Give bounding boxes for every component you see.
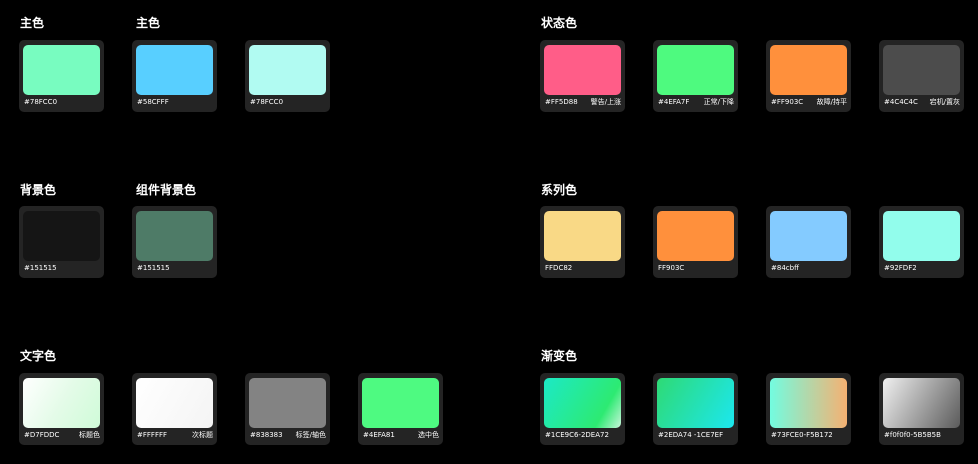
color-swatch-card[interactable]: FF903C (653, 206, 738, 278)
color-swatch (544, 378, 621, 428)
color-usage-label: 标题色 (79, 431, 100, 439)
color-swatch (883, 211, 960, 261)
color-usage-label: 正常/下降 (703, 98, 734, 106)
color-swatch (249, 45, 326, 95)
color-usage-label: 故障/持平 (816, 98, 847, 106)
color-code: #151515 (137, 264, 170, 272)
color-swatch (770, 45, 847, 95)
color-usage-label: 选中色 (418, 431, 439, 439)
color-swatch (770, 211, 847, 261)
color-swatch (544, 211, 621, 261)
color-code: #58CFFF (137, 98, 169, 106)
color-swatch (362, 378, 439, 428)
color-code: #4EFA7F (658, 98, 690, 106)
color-swatch-card[interactable]: #58CFFF (132, 40, 217, 112)
color-swatch (544, 45, 621, 95)
color-swatch (136, 211, 213, 261)
color-code: #FF5D88 (545, 98, 578, 106)
color-swatch-card[interactable]: #1CE9C6-2DEA72 (540, 373, 625, 445)
color-swatch (657, 45, 734, 95)
color-swatch (657, 211, 734, 261)
color-swatch-card[interactable]: #2EDA74 -1CE7EF (653, 373, 738, 445)
color-swatch-card[interactable]: #FFFFFF 次标题 (132, 373, 217, 445)
color-code: #838383 (250, 431, 283, 439)
color-swatch-card[interactable]: #92FDF2 (879, 206, 964, 278)
color-code: #73FCE0-F5B172 (771, 431, 833, 439)
color-usage-label: 次标题 (192, 431, 213, 439)
color-code: #4C4C4C (884, 98, 918, 106)
color-code: #FFFFFF (137, 431, 168, 439)
color-code: FF903C (658, 264, 685, 272)
color-code: #1CE9C6-2DEA72 (545, 431, 609, 439)
color-swatch (23, 45, 100, 95)
section-title-status: 状态色 (541, 16, 578, 30)
color-code: FFDC82 (545, 264, 573, 272)
section-title-series: 系列色 (541, 183, 578, 197)
color-swatch-card[interactable]: #FF903C 故障/持平 (766, 40, 851, 112)
color-code: #151515 (24, 264, 57, 272)
color-swatch-card[interactable]: #4EFA7F 正常/下降 (653, 40, 738, 112)
section-title-text: 文字色 (20, 349, 57, 363)
color-swatch-card[interactable]: #838383 标签/轴色 (245, 373, 330, 445)
color-swatch (770, 378, 847, 428)
color-swatch (23, 378, 100, 428)
section-title-component-background: 组件背景色 (136, 183, 197, 197)
color-code: #92FDF2 (884, 264, 917, 272)
section-title-primary: 主色 (136, 16, 161, 30)
color-swatch-card[interactable]: #f0f0f0-5B5B5B (879, 373, 964, 445)
section-title-background: 背景色 (20, 183, 57, 197)
color-code: #2EDA74 -1CE7EF (658, 431, 724, 439)
section-title-gradient: 渐变色 (541, 349, 578, 363)
color-code: #D7FDDC (24, 431, 60, 439)
color-swatch-card[interactable]: #4EFA81 选中色 (358, 373, 443, 445)
color-swatch-card[interactable]: #78FCC0 (245, 40, 330, 112)
color-code: #f0f0f0-5B5B5B (884, 431, 941, 439)
color-swatch (883, 45, 960, 95)
color-palette-page: { "sections": { "primary_a": { "title": … (0, 0, 978, 464)
color-swatch-card[interactable]: #D7FDDC 标题色 (19, 373, 104, 445)
color-swatch (249, 378, 326, 428)
color-swatch-card[interactable]: #78FCC0 (19, 40, 104, 112)
color-usage-label: 宕机/置灰 (929, 98, 960, 106)
color-swatch-card[interactable]: #151515 (132, 206, 217, 278)
color-swatch (136, 378, 213, 428)
color-swatch-card[interactable]: #84cbff (766, 206, 851, 278)
color-swatch-card[interactable]: #4C4C4C 宕机/置灰 (879, 40, 964, 112)
color-code: #FF903C (771, 98, 804, 106)
color-code: #4EFA81 (363, 431, 395, 439)
section-title-primary: 主色 (20, 16, 45, 30)
color-code: #84cbff (771, 264, 799, 272)
color-swatch (883, 378, 960, 428)
color-swatch-card[interactable]: #FF5D88 警告/上涨 (540, 40, 625, 112)
color-swatch-card[interactable]: #151515 (19, 206, 104, 278)
color-usage-label: 标签/轴色 (295, 431, 326, 439)
color-swatch (136, 45, 213, 95)
color-code: #78FCC0 (24, 98, 58, 106)
color-usage-label: 警告/上涨 (590, 98, 621, 106)
color-swatch-card[interactable]: #73FCE0-F5B172 (766, 373, 851, 445)
color-code: #78FCC0 (250, 98, 284, 106)
color-swatch (657, 378, 734, 428)
color-swatch (23, 211, 100, 261)
color-swatch-card[interactable]: FFDC82 (540, 206, 625, 278)
